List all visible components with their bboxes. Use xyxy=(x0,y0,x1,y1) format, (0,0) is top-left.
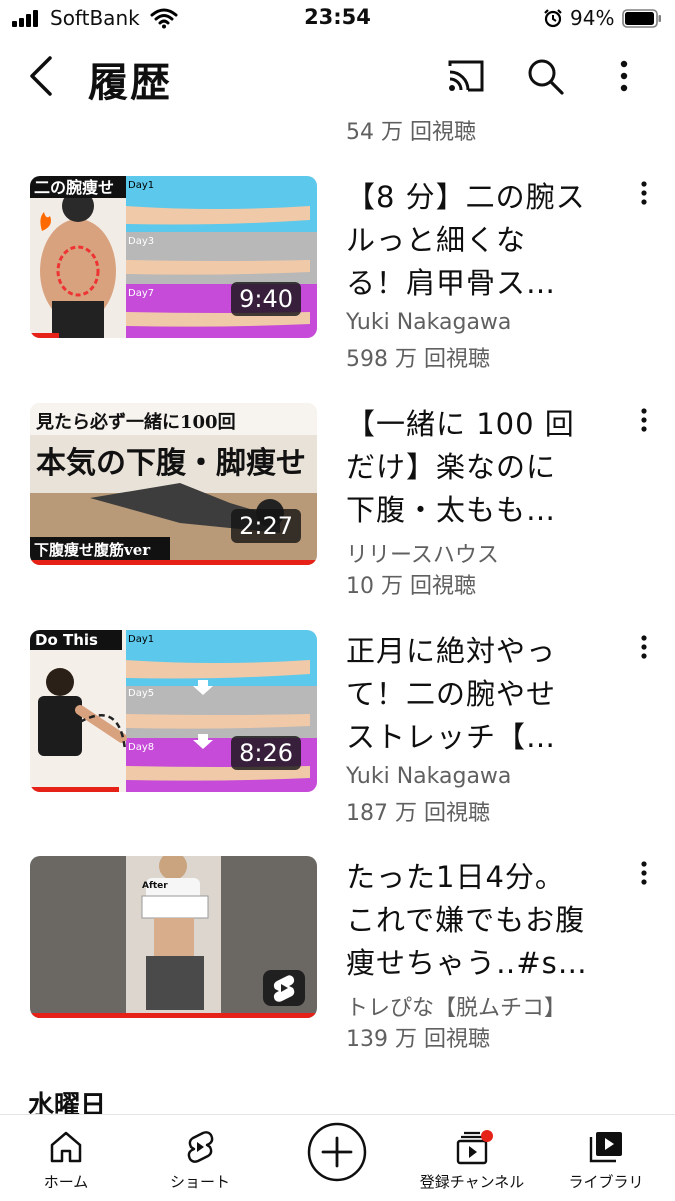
shorts-badge xyxy=(263,970,305,1006)
video-title-line: 痩せちゃう‥#s… xyxy=(346,946,588,980)
watch-progress-bar xyxy=(30,333,59,338)
video-title-line: て！二の腕やせ xyxy=(346,677,557,711)
thumbnail-caption: 下腹痩せ腹筋ver xyxy=(34,541,151,559)
video-title-line: ルっと細くな xyxy=(346,223,527,257)
tab-shorts[interactable]: ショート xyxy=(140,1115,260,1201)
page-title: 履歴 xyxy=(88,60,172,106)
shorts-icon xyxy=(273,975,295,1002)
view-count: 10 万 回視聴 xyxy=(346,574,476,599)
thumbnail-label: Day3 xyxy=(128,236,154,247)
view-count: 187 万 回視聴 xyxy=(346,801,490,826)
tab-label: ショート xyxy=(169,1173,230,1191)
tab-label: 登録チャンネル xyxy=(419,1173,525,1191)
video-duration: 8:26 xyxy=(231,736,301,770)
video-title-line: 正月に絶対やっ xyxy=(346,634,557,668)
video-menu-icon[interactable] xyxy=(634,178,654,208)
video-title-line: だけ】楽なのに xyxy=(346,450,557,484)
channel-name: Yuki Nakagawa xyxy=(346,764,512,789)
history-short-item[interactable]: After たった1日4分。 これで嫌でもお腹 痩せちゃう‥#s… トレぴな【脱… xyxy=(0,856,675,1052)
video-title-line: 【8 分】二の腕ス xyxy=(346,180,586,214)
thumbnail-caption: After xyxy=(142,881,168,891)
library-icon xyxy=(589,1132,622,1163)
video-thumbnail[interactable]: After xyxy=(30,856,317,1018)
video-menu-icon[interactable] xyxy=(634,405,654,435)
search-icon[interactable] xyxy=(525,56,565,96)
channel-name: トレぴな【脱ムチコ】 xyxy=(346,996,567,1021)
thumbnail-label: Day1 xyxy=(128,634,154,645)
battery-percent: 94% xyxy=(570,6,615,30)
video-title[interactable]: たった1日4分。 これで嫌でもお腹 痩せちゃう‥#s… xyxy=(346,856,616,985)
status-bar: SoftBank 23:54 94% xyxy=(0,0,675,40)
back-icon[interactable] xyxy=(24,54,60,98)
channel-name: Yuki Nakagawa xyxy=(346,310,512,335)
history-video-item[interactable]: 二の腕痩せ Day1 Day3 Day7 9:40 【8 分】二の腕ス ルっと細… xyxy=(0,176,675,372)
history-video-item[interactable]: 見たら必ず一緒に100回 本気の下腹・脚痩せ 下腹痩せ腹筋ver 2:27 【一… xyxy=(0,403,675,599)
tab-subscriptions[interactable]: 登録チャンネル xyxy=(412,1115,532,1201)
tab-home[interactable]: ホーム xyxy=(6,1115,126,1201)
shorts-icon xyxy=(187,1131,214,1163)
thumbnail-label: Day7 xyxy=(128,288,154,299)
thumbnail-label: Day1 xyxy=(128,180,154,191)
video-thumbnail[interactable]: 見たら必ず一緒に100回 本気の下腹・脚痩せ 下腹痩せ腹筋ver 2:27 xyxy=(30,403,317,565)
previous-video-views: 54 万 回視聴 xyxy=(346,120,476,145)
date-section-header: 水曜日 xyxy=(28,1091,107,1115)
more-vert-icon[interactable] xyxy=(612,56,636,96)
video-title-line: る！肩甲骨ス… xyxy=(346,266,557,300)
video-title-line: 【一緒に 100 回 xyxy=(346,407,575,441)
video-title[interactable]: 【8 分】二の腕ス ルっと細くな る！肩甲骨ス… xyxy=(346,176,616,305)
video-title-line: これで嫌でもお腹 xyxy=(346,903,586,937)
tab-library[interactable]: ライブラリ xyxy=(546,1115,666,1201)
video-title-line: たった1日4分。 xyxy=(346,860,565,894)
history-video-item[interactable]: Do This Day1 Day5 Day8 8:26 正月に絶対やっ て！二の… xyxy=(0,630,675,826)
alarm-icon xyxy=(544,9,562,28)
video-title[interactable]: 【一緒に 100 回 だけ】楽なのに 下腹・太もも… xyxy=(346,403,616,532)
thumbnail-caption: Do This xyxy=(35,631,98,649)
view-count: 598 万 回視聴 xyxy=(346,347,490,372)
cast-icon[interactable] xyxy=(446,58,486,94)
video-thumbnail[interactable]: 二の腕痩せ Day1 Day3 Day7 9:40 xyxy=(30,176,317,338)
video-duration: 2:27 xyxy=(231,509,301,543)
view-count: 139 万 回視聴 xyxy=(346,1027,490,1052)
thumbnail-caption: 二の腕痩せ xyxy=(34,178,114,197)
video-duration: 9:40 xyxy=(231,282,301,316)
home-icon xyxy=(50,1131,82,1163)
video-title-line: ストレッチ【… xyxy=(346,720,557,754)
watch-progress-bar xyxy=(30,787,119,792)
battery-icon xyxy=(622,9,661,28)
video-title[interactable]: 正月に絶対やっ て！二の腕やせ ストレッチ【… xyxy=(346,630,616,759)
thumbnail-label: Day8 xyxy=(128,742,154,753)
tab-label: ホーム xyxy=(43,1173,89,1191)
thumbnail-label: Day5 xyxy=(128,688,154,699)
thumbnail-caption: 見たら必ず一緒に100回 xyxy=(35,411,236,433)
watch-progress-bar xyxy=(30,560,317,565)
create-icon[interactable] xyxy=(306,1121,368,1183)
bottom-tab-bar: ホーム ショート 登録チャンネル ライブラリ xyxy=(0,1114,675,1201)
tab-label: ライブラリ xyxy=(568,1173,644,1191)
video-thumbnail[interactable]: Do This Day1 Day5 Day8 8:26 xyxy=(30,630,317,792)
video-menu-icon[interactable] xyxy=(634,632,654,662)
watch-progress-bar xyxy=(30,1013,317,1018)
video-title-line: 下腹・太もも… xyxy=(346,493,557,527)
channel-name: リリースハウス xyxy=(346,543,499,568)
subscriptions-icon xyxy=(456,1130,493,1165)
app-header: 履歴 xyxy=(0,40,675,112)
thumbnail-headline: 本気の下腹・脚痩せ xyxy=(36,446,306,481)
video-menu-icon[interactable] xyxy=(634,858,654,888)
